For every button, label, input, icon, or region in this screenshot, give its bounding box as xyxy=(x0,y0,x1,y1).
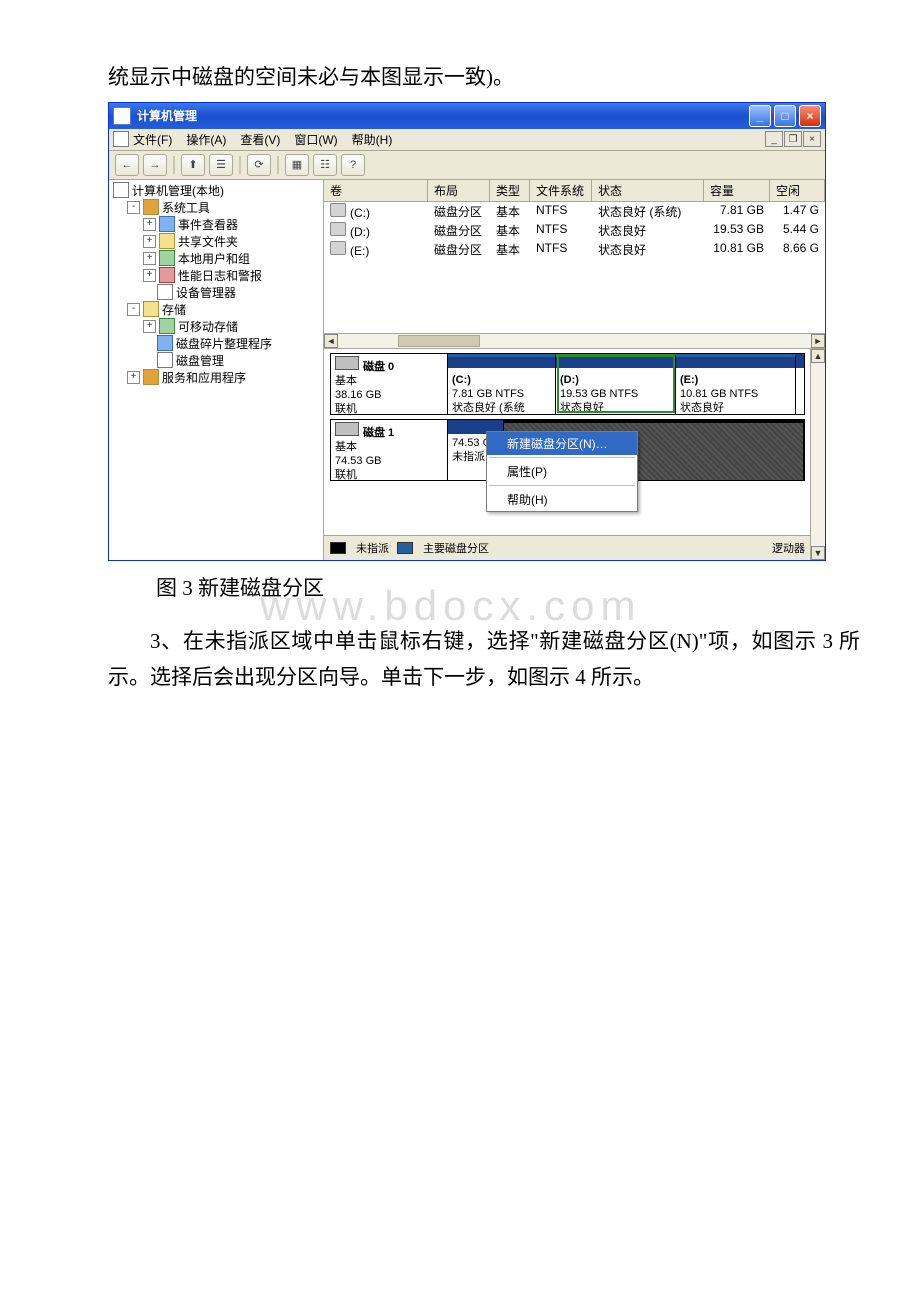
paragraph-3: 3、在未指派区域中单击鼠标右键，选择"新建磁盘分区(N)"项，如图示 3 所示。… xyxy=(108,624,860,695)
partition[interactable]: (C:)7.81 GB NTFS状态良好 (系统 xyxy=(448,354,556,414)
tree-users[interactable]: +本地用户和组 xyxy=(109,250,323,267)
col-volume[interactable]: 卷 xyxy=(324,180,428,201)
col-layout[interactable]: 布局 xyxy=(428,180,490,201)
tree-pane: 计算机管理(本地) -系统工具 +事件查看器 +共享文件夹 +本地用户和组 +性… xyxy=(109,180,324,560)
menu-help[interactable]: 帮助(H) xyxy=(352,131,393,148)
tool-button-1[interactable]: ☰ xyxy=(209,154,233,176)
col-fs[interactable]: 文件系统 xyxy=(530,180,592,201)
graph-vscroll[interactable]: ▲▼ xyxy=(810,349,825,560)
refresh-button[interactable]: ⟳ xyxy=(247,154,271,176)
properties-button[interactable]: ☷ xyxy=(313,154,337,176)
list-hscroll[interactable]: ◄► xyxy=(324,333,825,348)
volume-row[interactable]: (E:)磁盘分区基本NTFS状态良好10.81 GB8.66 G xyxy=(324,240,825,259)
window-title: 计算机管理 xyxy=(137,107,746,124)
menu-view[interactable]: 查看(V) xyxy=(240,131,280,148)
col-free[interactable]: 空闲 xyxy=(770,180,825,201)
toolbar: ← → ⬆ ☰ ⟳ ▦ ☷ ? xyxy=(109,151,825,180)
menubar: 文件(F) 操作(A) 查看(V) 窗口(W) 帮助(H) _ ❐ × xyxy=(109,129,825,151)
menu-window[interactable]: 窗口(W) xyxy=(294,131,337,148)
col-capacity[interactable]: 容量 xyxy=(704,180,770,201)
tree-defrag[interactable]: 磁盘碎片整理程序 xyxy=(109,335,323,352)
legend-unalloc: 未指派 xyxy=(356,540,389,556)
menu-action[interactable]: 操作(A) xyxy=(186,131,226,148)
tree-root[interactable]: 计算机管理(本地) xyxy=(109,182,323,199)
titlebar: 计算机管理 _ □ × xyxy=(109,103,825,129)
tool-button-2[interactable]: ▦ xyxy=(285,154,309,176)
minimize-button[interactable]: _ xyxy=(749,105,771,127)
partition[interactable]: (D:)19.53 GB NTFS状态良好 xyxy=(556,354,676,414)
maximize-button[interactable]: □ xyxy=(774,105,796,127)
mdi-restore[interactable]: ❐ xyxy=(784,131,802,147)
volume-list: 卷 布局 类型 文件系统 状态 容量 空闲 (C:)磁盘分区基本NTFS状态良好… xyxy=(324,180,825,349)
tree-shared[interactable]: +共享文件夹 xyxy=(109,233,323,250)
back-button[interactable]: ← xyxy=(115,154,139,176)
tree-storage[interactable]: -存储 xyxy=(109,301,323,318)
legend: 未指派 主要磁盘分区 逻动器 xyxy=(324,535,811,560)
text-top: 统显示中磁盘的空间未必与本图显示一致)。 xyxy=(108,60,860,96)
tree-removable[interactable]: +可移动存储 xyxy=(109,318,323,335)
legend-primary: 主要磁盘分区 xyxy=(423,540,489,556)
partition[interactable]: (E:)10.81 GB NTFS状态良好 xyxy=(676,354,796,414)
xp-window: 计算机管理 _ □ × 文件(F) 操作(A) 查看(V) 窗口(W) 帮助(H… xyxy=(108,102,826,561)
menu-file[interactable]: 文件(F) xyxy=(133,131,172,148)
volume-row[interactable]: (D:)磁盘分区基本NTFS状态良好19.53 GB5.44 G xyxy=(324,221,825,240)
forward-button[interactable]: → xyxy=(143,154,167,176)
col-status[interactable]: 状态 xyxy=(592,180,704,201)
menubar-icon xyxy=(113,131,129,147)
tree-event[interactable]: +事件查看器 xyxy=(109,216,323,233)
disk-row: 磁盘 0基本38.16 GB联机(C:)7.81 GB NTFS状态良好 (系统… xyxy=(330,353,805,415)
context-menu: 新建磁盘分区(N)… 属性(P) 帮助(H) xyxy=(486,431,638,512)
ctx-new-partition[interactable]: 新建磁盘分区(N)… xyxy=(487,432,637,455)
tree-systools[interactable]: -系统工具 xyxy=(109,199,323,216)
ctx-properties[interactable]: 属性(P) xyxy=(487,460,637,483)
help-button[interactable]: ? xyxy=(341,154,365,176)
close-button[interactable]: × xyxy=(799,105,821,127)
ctx-help[interactable]: 帮助(H) xyxy=(487,488,637,511)
tree-perf[interactable]: +性能日志和警报 xyxy=(109,267,323,284)
tree-devmgr[interactable]: 设备管理器 xyxy=(109,284,323,301)
col-type[interactable]: 类型 xyxy=(490,180,530,201)
legend-logical: 逻动器 xyxy=(772,540,805,556)
app-icon xyxy=(113,107,131,125)
mdi-minimize[interactable]: _ xyxy=(765,131,783,147)
volume-row[interactable]: (C:)磁盘分区基本NTFS状态良好 (系统)7.81 GB1.47 G xyxy=(324,202,825,221)
figure-caption: 图 3 新建磁盘分区 xyxy=(156,571,860,607)
tree-diskmgmt[interactable]: 磁盘管理 xyxy=(109,352,323,369)
up-button[interactable]: ⬆ xyxy=(181,154,205,176)
mdi-close[interactable]: × xyxy=(803,131,821,147)
disk-graph: 磁盘 0基本38.16 GB联机(C:)7.81 GB NTFS状态良好 (系统… xyxy=(324,349,825,560)
tree-services[interactable]: +服务和应用程序 xyxy=(109,369,323,386)
